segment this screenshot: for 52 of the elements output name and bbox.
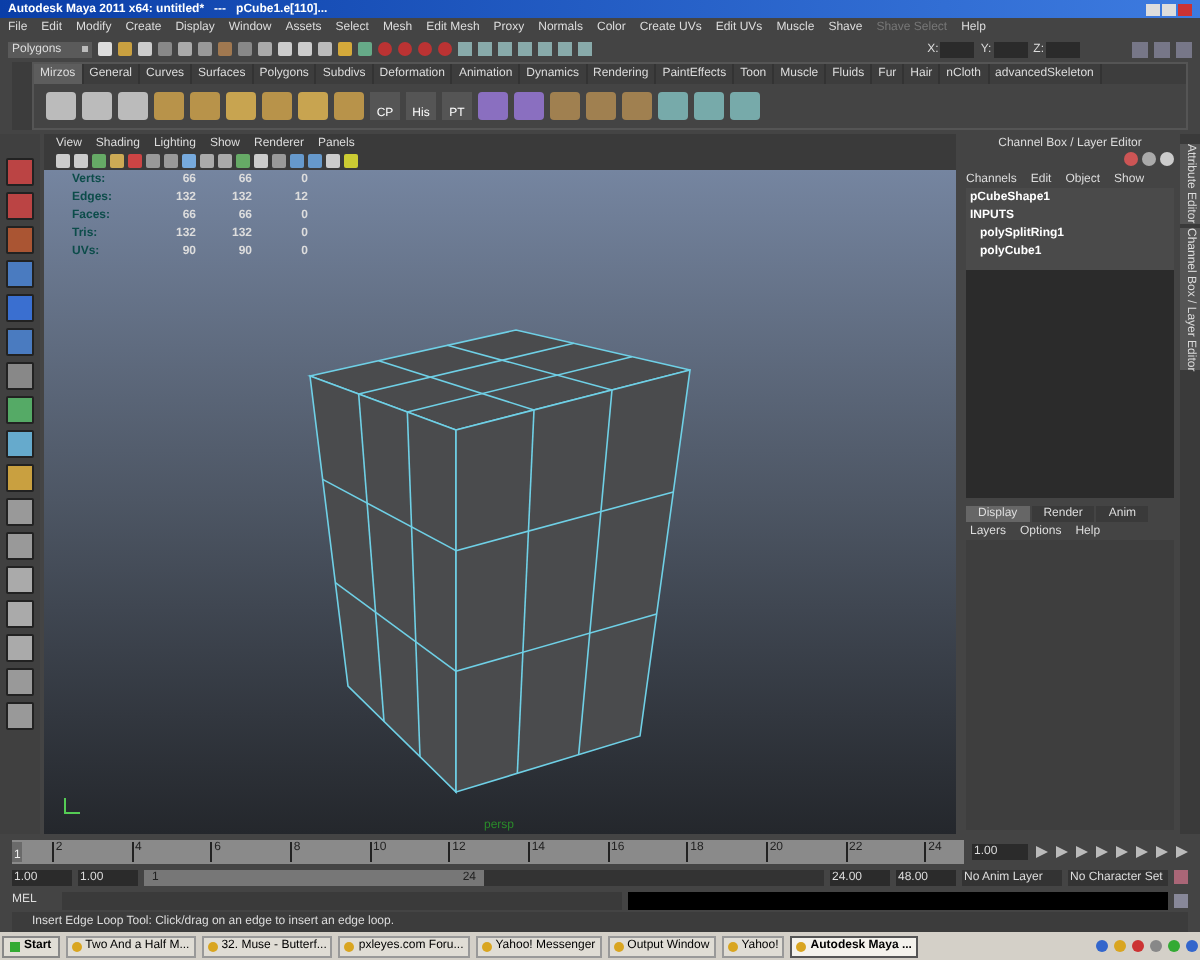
toolbox-icon[interactable]: [6, 294, 34, 322]
app-icon: [344, 941, 355, 951]
coord-field[interactable]: [993, 41, 1028, 57]
toolbox-icon[interactable]: [6, 226, 34, 254]
toolbox-icon[interactable]: [6, 260, 34, 288]
app-icon: [71, 941, 82, 951]
caret-icon: [82, 46, 88, 52]
toolbox-icon[interactable]: [6, 192, 34, 220]
app-icon: [481, 941, 492, 951]
shelf-icon[interactable]: [622, 92, 652, 120]
shelf-icon[interactable]: [298, 92, 328, 120]
key-icon[interactable]: [1174, 870, 1188, 884]
maximize-icon[interactable]: [1162, 3, 1176, 15]
app-icon: [727, 941, 738, 951]
shelf-icon[interactable]: [262, 92, 292, 120]
axis-icon: [64, 798, 80, 814]
shelf-icon[interactable]: [154, 92, 184, 120]
app-icon: [613, 941, 624, 951]
toolbox-icon[interactable]: [6, 634, 34, 662]
minimize-icon[interactable]: [1146, 3, 1160, 15]
shelf-icon[interactable]: [226, 92, 256, 120]
shelf-icon[interactable]: [334, 92, 364, 120]
coord-field[interactable]: [940, 41, 975, 57]
toolbox-icon[interactable]: [6, 430, 34, 458]
coord-field[interactable]: [1046, 41, 1080, 57]
shelf-icon[interactable]: [82, 92, 112, 120]
toolbox-icon[interactable]: [6, 396, 34, 424]
close-icon[interactable]: [1178, 3, 1192, 15]
shelf-icon[interactable]: [658, 92, 688, 120]
toolbox-icon[interactable]: [6, 328, 34, 356]
toolbox-icon[interactable]: [6, 498, 34, 526]
toolbox-icon[interactable]: [6, 362, 34, 390]
script-editor-icon[interactable]: [1174, 893, 1188, 907]
toolbox-icon[interactable]: [6, 464, 34, 492]
shelf-icon[interactable]: [190, 92, 220, 120]
shelf-icon[interactable]: [550, 92, 580, 120]
toolbox-icon[interactable]: [6, 702, 34, 730]
shelf-icon[interactable]: [694, 92, 724, 120]
shelf-icon[interactable]: [118, 92, 148, 120]
shelf-icon[interactable]: [46, 92, 76, 120]
shelf-icon[interactable]: [586, 92, 616, 120]
toolbox-icon[interactable]: [6, 600, 34, 628]
shelf-icon[interactable]: [478, 92, 508, 120]
shelf-icon[interactable]: [514, 92, 544, 120]
toolbox-icon[interactable]: [6, 566, 34, 594]
app-icon: [796, 941, 807, 951]
toolbox-icon[interactable]: [6, 158, 34, 186]
shelf-icon[interactable]: [730, 92, 760, 120]
toolbox-icon[interactable]: [6, 532, 34, 560]
app-icon: [207, 941, 218, 951]
shelf-handle[interactable]: [12, 62, 32, 130]
toolbox-icon[interactable]: [6, 668, 34, 696]
